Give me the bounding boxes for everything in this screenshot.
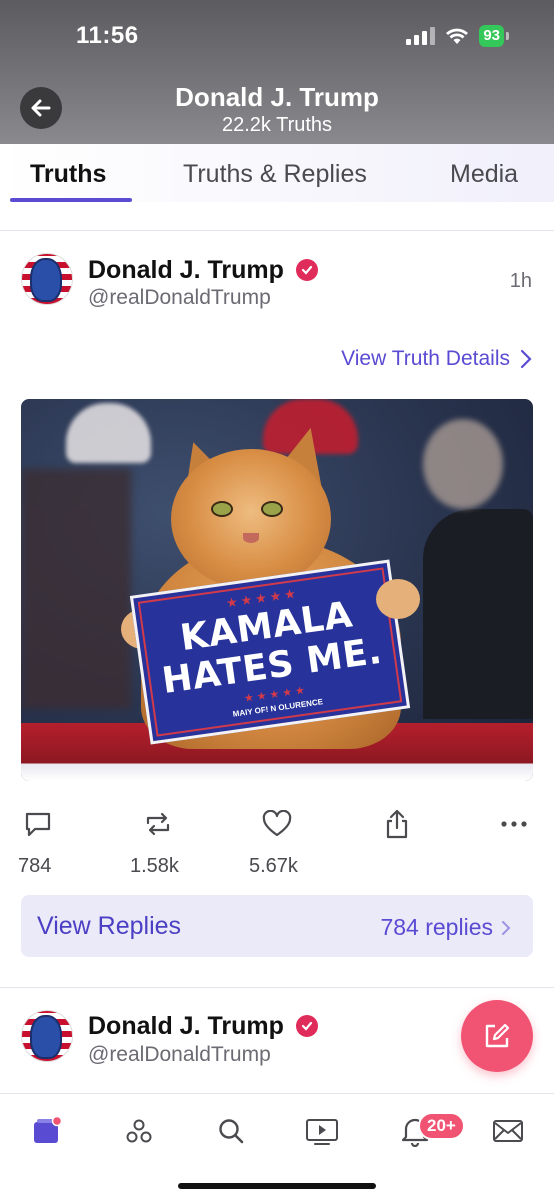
home-feed-icon — [34, 1115, 63, 1143]
divider — [0, 230, 554, 231]
tab-truths-and-replies[interactable]: Truths & Replies — [183, 160, 367, 189]
more-horizontal-icon — [501, 821, 527, 827]
share-button[interactable] — [381, 808, 413, 840]
repost-icon — [146, 812, 170, 836]
notifications-badge: 20+ — [418, 1112, 465, 1140]
like-button[interactable] — [261, 808, 293, 840]
video-icon — [306, 1119, 338, 1145]
view-truth-details-label: View Truth Details — [341, 347, 510, 370]
post-timestamp: 1h — [509, 270, 532, 292]
groups-icon — [126, 1119, 152, 1143]
post-author-handle[interactable]: @realDonaldTrump — [88, 1043, 271, 1067]
nav-home[interactable] — [30, 1114, 64, 1148]
active-tab-indicator — [10, 198, 132, 202]
status-icons: 93 — [406, 25, 509, 47]
comment-icon — [25, 812, 51, 837]
verified-badge-icon — [296, 259, 318, 281]
truths-count: 22.2k Truths — [221, 114, 333, 136]
more-options-button[interactable] — [498, 808, 530, 840]
post-author-handle[interactable]: @realDonaldTrump — [88, 286, 271, 310]
like-count: 5.67k — [249, 855, 298, 877]
verified-badge-icon — [296, 1015, 318, 1037]
nav-search[interactable] — [214, 1114, 248, 1148]
status-time: 11:56 — [76, 22, 139, 49]
tab-truths[interactable]: Truths — [30, 160, 106, 189]
nav-messages[interactable] — [491, 1114, 525, 1148]
view-replies-button[interactable]: View Replies 784 replies — [21, 895, 533, 957]
view-replies-label: View Replies — [37, 912, 182, 940]
retruth-count: 1.58k — [130, 855, 179, 877]
nav-groups[interactable] — [122, 1114, 156, 1148]
cellular-signal-icon — [406, 27, 436, 45]
chevron-right-icon — [520, 349, 532, 369]
replies-count-label: 784 replies — [380, 914, 493, 940]
nav-video[interactable] — [305, 1114, 339, 1148]
view-truth-details-link[interactable]: View Truth Details — [341, 347, 532, 371]
profile-tabs: Truths Truths & Replies Media — [0, 144, 554, 202]
profile-header: 11:56 93 Donald J. Trump 22.2k Truths — [0, 0, 554, 144]
avatar[interactable] — [21, 253, 73, 305]
divider — [0, 987, 554, 988]
retruth-button[interactable] — [142, 808, 174, 840]
compose-icon — [485, 1023, 510, 1048]
tab-media[interactable]: Media — [450, 160, 518, 189]
post-author-name[interactable]: Donald J. Trump — [88, 256, 284, 285]
battery-indicator: 93 — [479, 25, 509, 47]
mail-icon — [493, 1120, 523, 1142]
wifi-icon — [446, 28, 469, 44]
heart-icon — [262, 810, 292, 837]
share-icon — [386, 809, 408, 839]
avatar[interactable] — [21, 1010, 73, 1062]
home-indicator — [178, 1183, 376, 1189]
post-image[interactable]: ★★★★★ KAMALA HATES ME. ★★★★★ MAIY OF! N … — [21, 399, 533, 781]
compose-button[interactable] — [461, 1000, 533, 1072]
search-icon — [219, 1119, 244, 1144]
profile-name: Donald J. Trump — [175, 82, 379, 112]
post-author-name[interactable]: Donald J. Trump — [88, 1012, 284, 1041]
reply-button[interactable] — [22, 808, 54, 840]
reply-count: 784 — [18, 855, 52, 877]
chevron-right-icon — [502, 920, 511, 935]
